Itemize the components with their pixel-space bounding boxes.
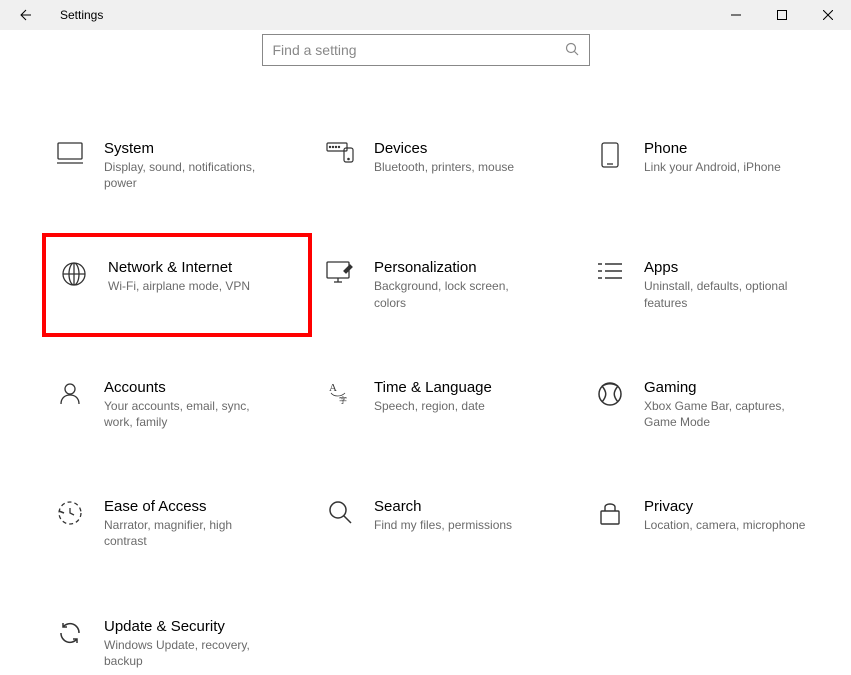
tile-desc: Windows Update, recovery, backup: [104, 637, 274, 669]
tile-search[interactable]: Search Find my files, permissions: [312, 492, 582, 555]
close-button[interactable]: [805, 0, 851, 30]
tile-title: Personalization: [374, 259, 544, 276]
search-tile-icon: [320, 500, 360, 524]
back-button[interactable]: [0, 0, 48, 30]
tile-title: Search: [374, 498, 512, 515]
settings-grid: System Display, sound, notifications, po…: [42, 134, 851, 675]
personalization-icon: [320, 261, 360, 283]
tile-desc: Background, lock screen, colors: [374, 278, 544, 310]
svg-text:A: A: [329, 382, 337, 394]
time-icon: A字: [320, 381, 360, 405]
accounts-icon: [50, 381, 90, 405]
update-icon: [50, 620, 90, 646]
tile-title: Apps: [644, 259, 814, 276]
privacy-icon: [590, 500, 630, 526]
tile-title: Privacy: [644, 498, 805, 515]
minimize-button[interactable]: [713, 0, 759, 30]
tile-desc: Display, sound, notifications, power: [104, 159, 274, 191]
tile-title: System: [104, 140, 274, 157]
gaming-icon: [590, 381, 630, 407]
tile-desc: Location, camera, microphone: [644, 517, 805, 533]
tile-title: Devices: [374, 140, 514, 157]
maximize-button[interactable]: [759, 0, 805, 30]
window-title: Settings: [60, 8, 103, 22]
tile-desc: Link your Android, iPhone: [644, 159, 781, 175]
tile-desc: Uninstall, defaults, optional features: [644, 278, 814, 310]
search-icon: [565, 42, 579, 59]
tile-apps[interactable]: Apps Uninstall, defaults, optional featu…: [582, 253, 851, 316]
search-input[interactable]: [273, 42, 579, 58]
tile-desc: Speech, region, date: [374, 398, 492, 414]
tile-update[interactable]: Update & Security Windows Update, recove…: [42, 612, 312, 675]
tile-desc: Wi-Fi, airplane mode, VPN: [108, 278, 250, 294]
content-area: System Display, sound, notifications, po…: [0, 34, 851, 675]
tile-time[interactable]: A字 Time & Language Speech, region, date: [312, 373, 582, 436]
tile-title: Update & Security: [104, 618, 274, 635]
maximize-icon: [777, 10, 787, 20]
minimize-icon: [731, 10, 741, 20]
search-box[interactable]: [262, 34, 590, 66]
tile-desc: Your accounts, email, sync, work, family: [104, 398, 274, 430]
phone-icon: [590, 142, 630, 168]
network-icon: [54, 261, 94, 287]
titlebar: Settings: [0, 0, 851, 30]
tile-system[interactable]: System Display, sound, notifications, po…: [42, 134, 312, 197]
search-area: [0, 34, 851, 66]
tile-desc: Find my files, permissions: [374, 517, 512, 533]
tile-desc: Bluetooth, printers, mouse: [374, 159, 514, 175]
apps-icon: [590, 261, 630, 281]
tile-desc: Narrator, magnifier, high contrast: [104, 517, 274, 549]
tile-privacy[interactable]: Privacy Location, camera, microphone: [582, 492, 851, 555]
tile-title: Network & Internet: [108, 259, 250, 276]
tile-title: Phone: [644, 140, 781, 157]
tile-accounts[interactable]: Accounts Your accounts, email, sync, wor…: [42, 373, 312, 436]
tile-phone[interactable]: Phone Link your Android, iPhone: [582, 134, 851, 197]
tile-personalization[interactable]: Personalization Background, lock screen,…: [312, 253, 582, 316]
back-icon: [16, 7, 32, 23]
tile-title: Accounts: [104, 379, 274, 396]
window-controls: [713, 0, 851, 30]
svg-text:字: 字: [339, 395, 347, 405]
devices-icon: [320, 142, 360, 164]
tile-title: Gaming: [644, 379, 814, 396]
ease-icon: [50, 500, 90, 526]
tile-devices[interactable]: Devices Bluetooth, printers, mouse: [312, 134, 582, 197]
system-icon: [50, 142, 90, 164]
tile-ease[interactable]: Ease of Access Narrator, magnifier, high…: [42, 492, 312, 555]
tile-title: Time & Language: [374, 379, 492, 396]
tile-desc: Xbox Game Bar, captures, Game Mode: [644, 398, 814, 430]
tile-title: Ease of Access: [104, 498, 274, 515]
close-icon: [823, 10, 833, 20]
tile-gaming[interactable]: Gaming Xbox Game Bar, captures, Game Mod…: [582, 373, 851, 436]
tile-network[interactable]: Network & Internet Wi-Fi, airplane mode,…: [42, 233, 312, 336]
